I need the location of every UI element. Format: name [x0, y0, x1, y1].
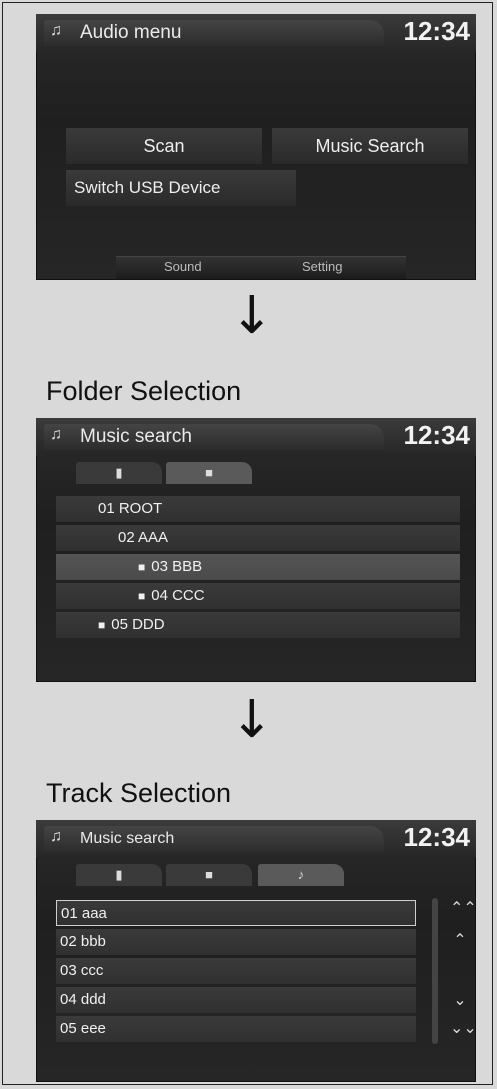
- music-note-icon: ♫: [50, 426, 62, 443]
- title-bar: ♫ Music search 12:34: [36, 418, 476, 456]
- tab-folder[interactable]: ■: [166, 864, 252, 886]
- folder-icon: ■: [98, 618, 106, 632]
- screen-title: Music search: [80, 426, 192, 447]
- chevron-down-icon[interactable]: ⌄: [450, 990, 470, 1010]
- row-label: 01 ROOT: [98, 500, 163, 517]
- bottom-bar: [116, 256, 406, 279]
- title-bar: ♫ Audio menu 12:34: [36, 14, 476, 52]
- row-label: 05 eee: [60, 1020, 106, 1037]
- list-item[interactable]: 02 AAA: [56, 525, 460, 551]
- row-label: 02 bbb: [60, 933, 106, 950]
- down-arrow-icon: ↓: [230, 690, 274, 750]
- row-label: 04 CCC: [151, 587, 205, 604]
- page-down-icon[interactable]: ⌄⌄: [450, 1018, 476, 1038]
- clock: 12:34: [403, 420, 471, 450]
- switch-usb-button[interactable]: Switch USB Device: [66, 170, 296, 206]
- chevron-up-icon[interactable]: ⌃: [450, 930, 470, 950]
- switch-usb-label: Switch USB Device: [74, 178, 221, 197]
- track-selection-label: Track Selection: [46, 778, 232, 808]
- sound-button[interactable]: Sound: [164, 259, 202, 274]
- list-item[interactable]: ■ 04 CCC: [56, 583, 460, 609]
- title-bar: ♫ Music search 12:34: [36, 820, 476, 858]
- list-item[interactable]: ■ 03 BBB: [56, 554, 460, 580]
- row-label: 03 ccc: [60, 962, 104, 979]
- single-note-icon: ♪: [297, 867, 305, 882]
- screen-title: Music search: [80, 830, 175, 847]
- folder-icon: ■: [205, 465, 213, 480]
- row-label: 05 DDD: [111, 616, 165, 633]
- list-item[interactable]: 05 eee: [56, 1016, 416, 1042]
- usb-icon: ▮: [115, 465, 123, 480]
- page-up-icon[interactable]: ⌃⌃: [450, 898, 476, 918]
- music-note-icon: ♫: [50, 22, 62, 39]
- folder-icon: ■: [205, 867, 213, 882]
- folder-icon: ■: [138, 589, 146, 603]
- row-label: 04 ddd: [60, 991, 106, 1008]
- scrollbar[interactable]: [432, 898, 438, 1044]
- music-search-label: Music Search: [315, 136, 425, 156]
- tab-bar: ▮ ■: [36, 456, 476, 484]
- clock: 12:34: [403, 16, 471, 46]
- tab-bar: ▮ ■ ♪: [36, 858, 476, 886]
- music-note-icon: ♫: [50, 828, 62, 845]
- row-label: 02 AAA: [118, 529, 169, 546]
- folder-screen: ♫ Music search 12:34 ▮ ■ 01 ROOT 02 AAA …: [36, 418, 476, 682]
- scan-label: Scan: [143, 136, 185, 156]
- row-label: 03 BBB: [151, 558, 203, 575]
- list-item[interactable]: 01 aaa: [56, 900, 416, 926]
- screen-title: Audio menu: [80, 22, 182, 43]
- setting-button[interactable]: Setting: [302, 259, 342, 274]
- list-item[interactable]: ■ 05 DDD: [56, 612, 460, 638]
- audio-menu-screen: ♫ Audio menu 12:34 Scan Music Search Swi…: [36, 14, 476, 280]
- clock: 12:34: [403, 822, 471, 852]
- list-item[interactable]: 02 bbb: [56, 929, 416, 955]
- tab-folder[interactable]: ■: [166, 462, 252, 484]
- scan-button[interactable]: Scan: [66, 128, 262, 164]
- down-arrow-icon: ↓: [230, 286, 274, 346]
- tab-usb[interactable]: ▮: [76, 462, 162, 484]
- list-item[interactable]: 01 ROOT: [56, 496, 460, 522]
- usb-icon: ▮: [115, 867, 123, 882]
- tab-usb[interactable]: ▮: [76, 864, 162, 886]
- tab-track[interactable]: ♪: [258, 864, 344, 886]
- folder-icon: ■: [138, 560, 146, 574]
- folder-selection-label: Folder Selection: [46, 376, 242, 406]
- track-screen: ♫ Music search 12:34 ▮ ■ ♪ 01 aaa 02 bbb…: [36, 820, 476, 1082]
- list-item[interactable]: 04 ddd: [56, 987, 416, 1013]
- music-search-button[interactable]: Music Search: [272, 128, 468, 164]
- row-label: 01 aaa: [61, 905, 107, 922]
- list-item[interactable]: 03 ccc: [56, 958, 416, 984]
